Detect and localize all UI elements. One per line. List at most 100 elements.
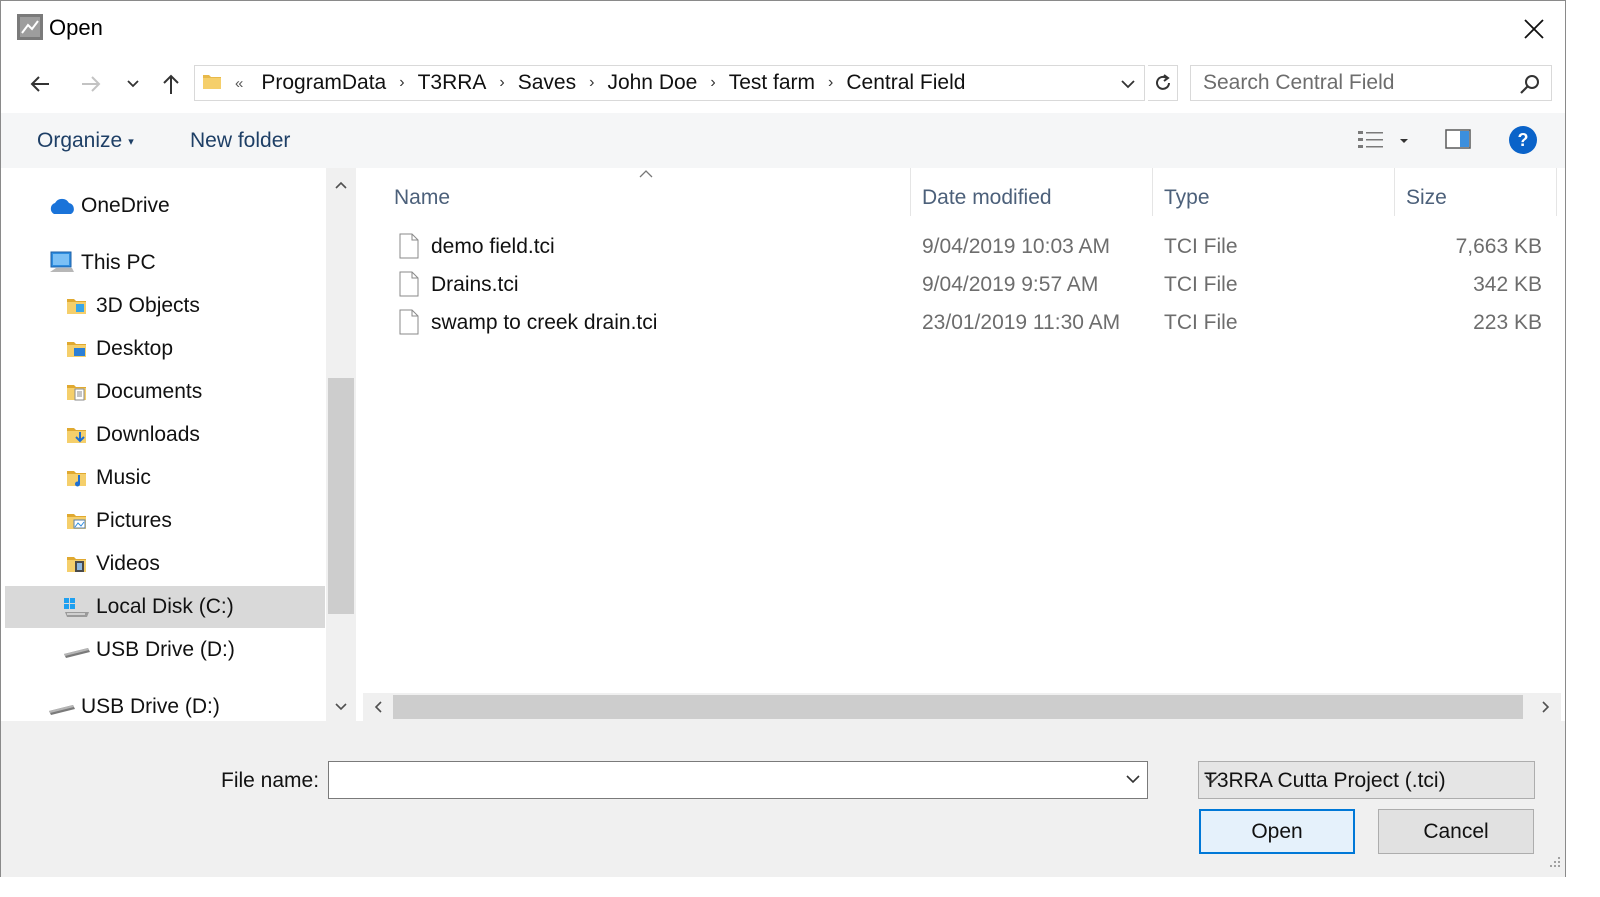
sort-ascending-icon	[639, 166, 653, 184]
scroll-thumb[interactable]	[393, 695, 1523, 719]
view-options-icon[interactable]	[1357, 129, 1385, 156]
usb-drive-icon	[47, 693, 77, 721]
refresh-button[interactable]	[1148, 65, 1178, 101]
app-icon	[16, 13, 44, 41]
nav-item[interactable]: Local Disk (C:)	[5, 586, 325, 628]
back-button[interactable]	[23, 69, 57, 99]
recent-locations-button[interactable]	[118, 69, 148, 99]
file-name: Drains.tci	[431, 273, 519, 296]
column-header-type[interactable]: Type	[1164, 178, 1210, 218]
nav-item-label: Local Disk (C:)	[96, 595, 234, 618]
nav-item-label: Pictures	[96, 509, 172, 532]
onedrive-icon	[47, 192, 77, 220]
file-type: TCI File	[1164, 311, 1238, 334]
nav-item[interactable]: 3D Objects	[5, 285, 325, 327]
breadcrumb-item[interactable]: T3RRA	[418, 71, 487, 95]
nav-item[interactable]: USB Drive (D:)	[5, 686, 325, 721]
nav-item[interactable]: OneDrive	[5, 185, 325, 227]
column-header-date[interactable]: Date modified	[922, 178, 1052, 218]
file-size: 223 KB	[1473, 311, 1542, 334]
nav-item[interactable]: Music	[5, 457, 325, 499]
nav-item[interactable]: Downloads	[5, 414, 325, 456]
organize-menu[interactable]: Organize ▾	[37, 129, 134, 153]
nav-item[interactable]: Pictures	[5, 500, 325, 542]
nav-item-label: Videos	[96, 552, 160, 575]
svg-text:?: ?	[1518, 130, 1529, 150]
file-row[interactable]: Drains.tci 9/04/2019 9:57 AM TCI File 342 K…	[361, 266, 1561, 304]
chevron-left-icon	[374, 701, 382, 713]
nav-item-label: USB Drive (D:)	[81, 695, 220, 718]
file-type: TCI File	[1164, 235, 1238, 258]
help-icon[interactable]: ?	[1508, 125, 1538, 160]
breadcrumb-item[interactable]: John Doe	[607, 71, 697, 95]
file-size: 7,663 KB	[1455, 235, 1542, 258]
file-date: 9/04/2019 10:03 AM	[922, 235, 1110, 258]
address-history-dropdown[interactable]	[1116, 73, 1140, 95]
search-box[interactable]	[1190, 65, 1552, 101]
breadcrumb-item[interactable]: ProgramData	[261, 71, 386, 95]
file-name-dropdown-icon[interactable]	[1125, 771, 1141, 792]
title-bar: Open	[1, 1, 1565, 56]
column-divider[interactable]	[1152, 168, 1153, 216]
column-divider[interactable]	[1394, 168, 1395, 216]
file-type: TCI File	[1164, 273, 1238, 296]
open-button[interactable]: Open	[1199, 809, 1355, 854]
file-name-combobox[interactable]	[328, 761, 1148, 799]
nav-item[interactable]: This PC	[5, 242, 325, 284]
file-icon	[399, 309, 419, 341]
breadcrumb-separator[interactable]: ›	[710, 74, 715, 92]
bottom-panel: File name: T3RRA Cutta Project (.tci) Op…	[1, 721, 1565, 877]
nav-item[interactable]: Videos	[5, 543, 325, 585]
column-divider[interactable]	[1556, 168, 1557, 216]
forward-button[interactable]	[74, 69, 108, 99]
navigation-pane: OneDrive This PC 3D Objects Desktop Document…	[5, 168, 325, 721]
close-button[interactable]	[1503, 1, 1565, 56]
breadcrumb-separator[interactable]: ›	[399, 74, 404, 92]
breadcrumb-separator[interactable]: ›	[589, 74, 594, 92]
file-icon	[399, 271, 419, 303]
nav-item[interactable]: Desktop	[5, 328, 325, 370]
file-list-horizontal-scrollbar[interactable]	[363, 693, 1561, 721]
folder-icon	[201, 70, 223, 97]
resize-grip-icon[interactable]	[1547, 854, 1561, 873]
scroll-down-arrow[interactable]	[326, 692, 356, 722]
column-divider[interactable]	[910, 168, 911, 216]
new-folder-button[interactable]: New folder	[190, 129, 290, 153]
search-input[interactable]	[1201, 70, 1505, 96]
overflow-marker[interactable]: «	[235, 75, 243, 92]
scroll-left-arrow[interactable]	[363, 693, 393, 721]
column-header-name[interactable]: Name	[394, 178, 450, 218]
breadcrumb-separator[interactable]: ›	[499, 74, 504, 92]
cancel-button[interactable]: Cancel	[1378, 809, 1534, 854]
local-disk-icon	[62, 593, 92, 621]
nav-item-label: Music	[96, 466, 151, 489]
nav-item[interactable]: USB Drive (D:)	[5, 629, 325, 671]
address-bar[interactable]: « ProgramData › T3RRA › Saves › John Doe › Test …	[194, 65, 1145, 101]
scroll-up-arrow[interactable]	[326, 170, 356, 200]
breadcrumb-item[interactable]: Central Field	[846, 71, 965, 95]
file-date: 23/01/2019 11:30 AM	[922, 311, 1121, 334]
music-folder-icon	[62, 464, 92, 492]
computer-icon	[47, 249, 77, 277]
organize-label: Organize	[37, 129, 123, 152]
scroll-thumb[interactable]	[328, 378, 354, 614]
column-header-size[interactable]: Size	[1406, 178, 1447, 218]
file-row[interactable]: swamp to creek drain.tci 23/01/2019 11:30…	[361, 304, 1561, 342]
file-list: Name Date modified Type Size demo field.…	[361, 168, 1561, 693]
preview-pane-icon[interactable]	[1445, 128, 1473, 157]
nav-item-label: Documents	[96, 380, 203, 403]
breadcrumb-item[interactable]: Saves	[518, 71, 576, 95]
search-icon[interactable]	[1519, 73, 1541, 100]
file-name-input[interactable]	[335, 762, 1119, 798]
navigation-pane-scrollbar[interactable]	[326, 168, 356, 721]
view-dropdown-icon[interactable]	[1398, 133, 1410, 151]
breadcrumb-separator[interactable]: ›	[828, 74, 833, 92]
arrow-left-icon	[30, 76, 49, 92]
nav-item[interactable]: Documents	[5, 371, 325, 413]
scroll-right-arrow[interactable]	[1531, 693, 1561, 721]
file-row[interactable]: demo field.tci 9/04/2019 10:03 AM TCI File…	[361, 228, 1561, 266]
breadcrumb-item[interactable]: Test farm	[729, 71, 815, 95]
up-button[interactable]	[154, 69, 188, 99]
chevron-down-icon	[127, 80, 139, 88]
file-type-filter[interactable]: T3RRA Cutta Project (.tci)	[1198, 761, 1535, 799]
